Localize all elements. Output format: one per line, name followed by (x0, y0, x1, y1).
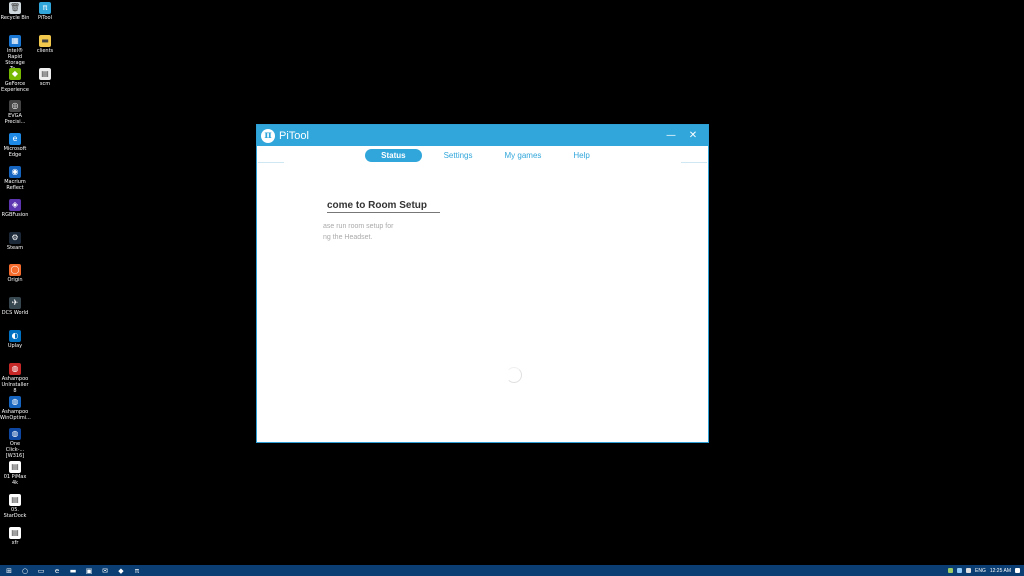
intel-storage-icon: ▦ (9, 34, 21, 47)
desktop-shortcut[interactable]: ◍ One Click-... [W316] (0, 428, 30, 459)
rgbfusion-icon: ◈ (9, 198, 21, 211)
pitool-window: π PiTool — ✕ Status Settings My games He… (256, 124, 709, 443)
desktop-shortcut[interactable]: ▤ 01 PiMax 4k (0, 461, 30, 486)
stardock-file-icon: ▤ (9, 494, 21, 506)
store-taskbar-icon[interactable]: ▣ (84, 565, 94, 576)
tab-my-games[interactable]: My games (495, 149, 552, 162)
pimax-file-icon: ▤ (9, 461, 21, 474)
edge-icon: e (9, 133, 21, 146)
room-setup-description: ase run room setup for ng the Headset. (323, 223, 394, 241)
pitool-taskbar-icon[interactable]: π (132, 565, 142, 576)
folder-icon: ▬ (39, 34, 51, 47)
desktop-shortcut[interactable]: 🗑 Recycle Bin (0, 2, 30, 21)
language-indicator[interactable]: ENG (975, 568, 986, 574)
tab-help[interactable]: Help (563, 149, 599, 162)
desktop-shortcut[interactable]: ◎ EVGA Precisi... (0, 100, 30, 125)
desktop-shortcut-label: EVGA Precisi... (4, 113, 26, 126)
clock[interactable]: 12:25 AM (990, 568, 1011, 574)
desktop-shortcut[interactable]: ✈ DCS World (0, 297, 30, 316)
loading-spinner-icon (506, 367, 522, 383)
evga-icon: ◎ (9, 100, 21, 113)
dcs-icon: ✈ (9, 297, 21, 310)
desktop-shortcut-label: 05. StarDock (3, 507, 27, 519)
xfr-file-icon: ▤ (9, 526, 21, 539)
explorer-taskbar-icon[interactable]: ▬ (68, 565, 78, 576)
app-taskbar-icon[interactable]: ◆ (116, 565, 126, 576)
desktop-shortcut[interactable]: ◈ RGBFusion (0, 198, 30, 218)
tray-volume-icon[interactable] (966, 568, 972, 573)
desktop-shortcut[interactable]: ▤ scm (30, 67, 60, 87)
tab-settings[interactable]: Settings (434, 149, 483, 162)
desktop-shortcut-label: RGBFusion (1, 211, 29, 218)
desktop-shortcut[interactable]: ▦Intel® Rapid Storage Te... (0, 34, 30, 72)
desktop-shortcut[interactable]: π PiTool (30, 2, 60, 21)
desktop-shortcut[interactable]: ▤ 05. StarDock (0, 494, 30, 519)
desktop-shortcut-label: Microsoft Edge (3, 146, 27, 159)
macrium-icon: ◉ (9, 166, 21, 178)
pitool-logo-icon: π (261, 128, 275, 143)
desktop-shortcut-label: One Click-... [W316] (5, 441, 25, 460)
desktop-shortcut[interactable]: ◯ Origin (0, 264, 30, 283)
desktop-shortcut-label: scm (39, 80, 51, 87)
edge-taskbar-icon[interactable]: e (52, 565, 62, 576)
window-title: PiTool (279, 129, 309, 142)
desktop-shortcut-label: Steam (6, 244, 24, 251)
tab-bar: Status Settings My games Help (257, 147, 708, 163)
scm-file-icon: ▤ (39, 67, 51, 80)
tab-divider-left (258, 162, 284, 163)
tab-status[interactable]: Status (365, 148, 422, 162)
desktop-shortcut[interactable]: ◍ Ashampoo UnInstaller 8 (0, 362, 30, 394)
desktop-shortcut-label: Macrium Reflect (4, 179, 26, 191)
notifications-icon[interactable] (1015, 568, 1020, 573)
desktop-shortcut-label: Ashampoo WinOptimi... (0, 408, 31, 421)
desktop-shortcut[interactable]: ◆ GeForce Experience (0, 67, 30, 93)
task-view-icon[interactable]: ▭ (36, 565, 46, 576)
oneclick-icon: ◍ (9, 428, 21, 441)
title-bar[interactable]: π PiTool — ✕ (257, 125, 708, 146)
tab-divider-right (681, 162, 707, 163)
uplay-icon: ◐ (9, 330, 21, 342)
pitool-icon: π (39, 2, 51, 14)
desktop-shortcut-label: Ashampoo UnInstaller 8 (1, 375, 29, 394)
desktop-shortcut[interactable]: ▬ clients (30, 34, 60, 54)
desktop-shortcut-label: xfr (11, 539, 19, 546)
desktop-shortcut-label: DCS World (1, 310, 29, 317)
room-setup-heading: come to Room Setup (327, 200, 440, 213)
taskbar-icons: ⊞ ○ ▭ e ▬ ▣ ✉ ◆ π (0, 565, 148, 576)
desktop-shortcut-label: 01 PiMax 4k (3, 474, 27, 487)
geforce-icon: ◆ (9, 67, 21, 80)
start-icon[interactable]: ⊞ (4, 565, 14, 576)
desktop-shortcut-label: Recycle Bin (0, 15, 30, 21)
desktop-shortcut-label: PiTool (37, 15, 52, 21)
close-button[interactable]: ✕ (682, 125, 704, 146)
minimize-button[interactable]: — (660, 125, 682, 146)
origin-icon: ◯ (9, 264, 21, 277)
desktop-shortcut-label: Origin (7, 277, 23, 284)
desktop-shortcut[interactable]: ◉ Macrium Reflect (0, 166, 30, 191)
search-icon[interactable]: ○ (20, 565, 30, 576)
desktop-shortcut[interactable]: e Microsoft Edge (0, 133, 30, 158)
desktop-shortcut-label: Uplay (7, 343, 23, 349)
desktop-shortcut-label: clients (36, 47, 54, 54)
ashampoo-uninstaller-icon: ◍ (9, 362, 21, 375)
steam-icon: ⚙ (9, 231, 21, 244)
desktop-shortcut[interactable]: ▤ xfr (0, 526, 30, 546)
desktop-shortcut[interactable]: ◐ Uplay (0, 330, 30, 349)
desktop-shortcut-label: GeForce Experience (1, 80, 29, 93)
tray-network-icon[interactable] (957, 568, 963, 573)
recycle-bin-icon: 🗑 (9, 2, 21, 14)
desktop-shortcut[interactable]: ⚙ Steam (0, 231, 30, 251)
mail-taskbar-icon[interactable]: ✉ (100, 565, 110, 576)
desktop-shortcut[interactable]: ◍ Ashampoo WinOptimi... (0, 395, 31, 421)
tray-nvidia-icon[interactable] (948, 568, 954, 573)
taskbar: ⊞ ○ ▭ e ▬ ▣ ✉ ◆ π ENG 12:25 AM (0, 565, 1024, 576)
system-tray: ENG 12:25 AM (948, 565, 1020, 576)
ashampoo-winoptimizer-icon: ◍ (9, 395, 21, 408)
